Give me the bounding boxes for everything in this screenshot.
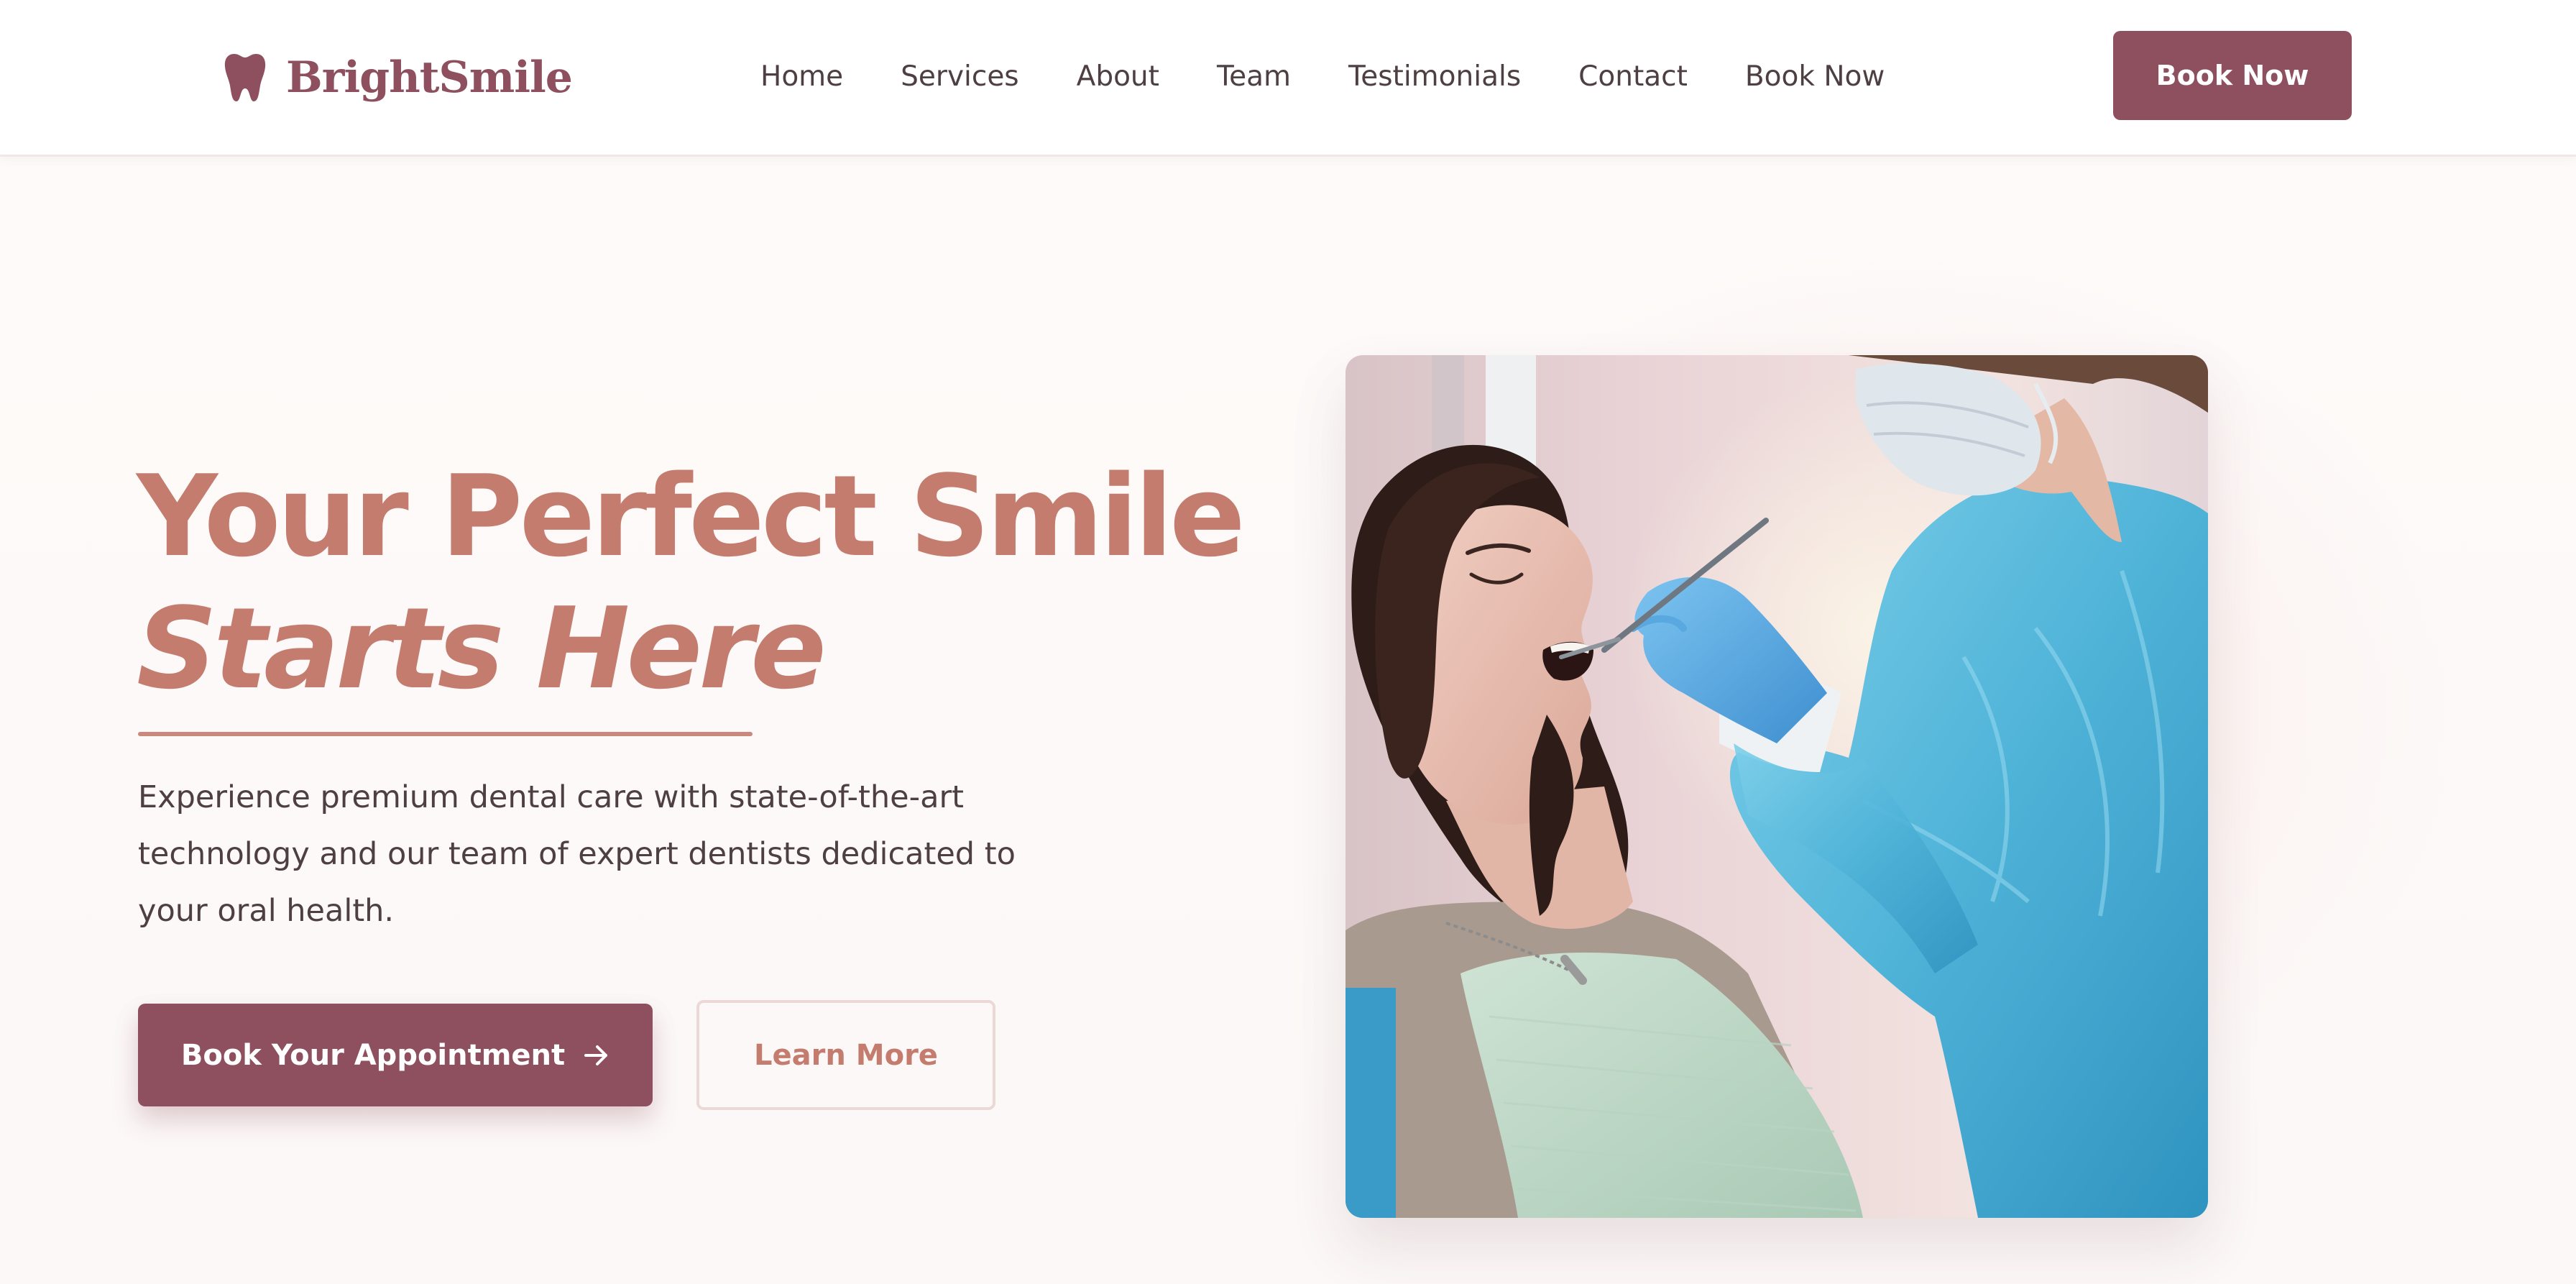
nav-team[interactable]: Team	[1217, 60, 1291, 93]
arrow-right-icon	[584, 1045, 608, 1065]
nav-home[interactable]: Home	[760, 60, 843, 93]
hero-description: Experience premium dental care with stat…	[138, 779, 1016, 929]
hero-title: Your Perfect Smile Starts Here	[137, 451, 1246, 714]
tooth-icon	[224, 54, 266, 101]
nav-book-now[interactable]: Book Now	[1745, 60, 1885, 93]
nav-menu: Home Services About Team Testimonials Co…	[760, 53, 1885, 99]
nav-services[interactable]: Services	[901, 60, 1018, 93]
nav-testimonials[interactable]: Testimonials	[1348, 60, 1521, 93]
learn-more-button[interactable]: Learn More	[696, 1000, 995, 1110]
brand-name: BrightSmile	[286, 52, 573, 103]
hero-title-line2: Starts Here	[137, 583, 827, 714]
nav-about[interactable]: About	[1077, 60, 1159, 93]
book-now-button[interactable]: Book Now	[2113, 31, 2352, 120]
book-appointment-button[interactable]: Book Your Appointment	[138, 1004, 653, 1106]
title-underline	[138, 732, 753, 736]
hero-title-line1: Your Perfect Smile	[137, 451, 1246, 582]
brand-logo[interactable]: BrightSmile	[224, 50, 573, 105]
hero-image-dental-checkup	[1346, 355, 2208, 1218]
book-appointment-label: Book Your Appointment	[180, 1038, 566, 1072]
navbar: BrightSmile Home Services About Team Tes…	[0, 0, 2576, 157]
nav-contact[interactable]: Contact	[1578, 60, 1688, 93]
